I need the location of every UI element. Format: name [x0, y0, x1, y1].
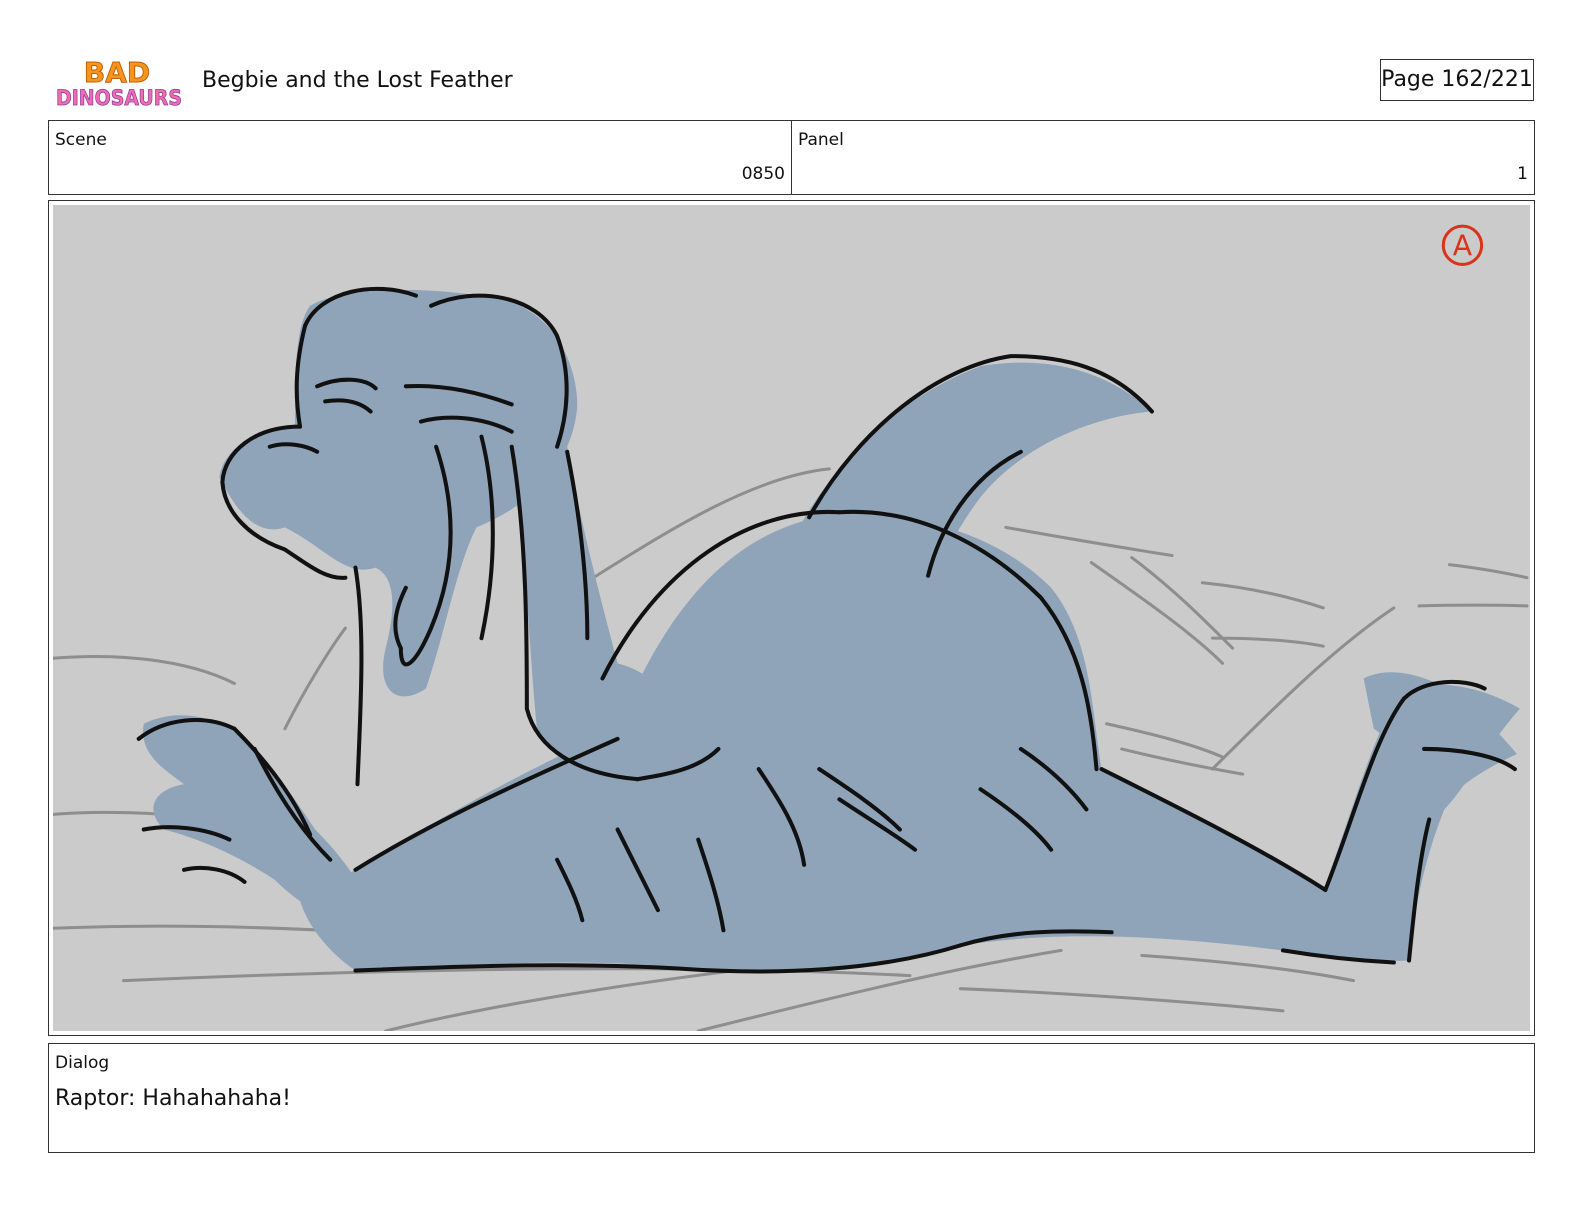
logo-text-bad: BAD — [84, 56, 150, 89]
page-counter: Page 162/221 — [1380, 59, 1534, 101]
dialog-box: Dialog Raptor: Hahahahaha! — [48, 1043, 1535, 1153]
dialog-label: Dialog — [55, 1053, 110, 1073]
scene-cell: Scene 0850 — [49, 121, 791, 194]
panel-label: Panel — [798, 130, 844, 150]
bad-dinosaurs-logo: BAD DINOSAURS — [56, 56, 183, 111]
document-title: Begbie and the Lost Feather — [202, 68, 513, 93]
logo-text-dinosaurs: DINOSAURS — [56, 86, 182, 110]
panel-cell: Panel 1 — [791, 121, 1534, 194]
dialog-text: Raptor: Hahahahaha! — [55, 1086, 291, 1111]
scene-panel-row: Scene 0850 Panel 1 — [48, 120, 1535, 195]
panel-number: 1 — [1517, 164, 1528, 184]
storyboard-drawing: A — [53, 205, 1530, 1031]
scene-number: 0850 — [741, 164, 785, 184]
corner-mark-letter: A — [1453, 229, 1473, 262]
storyboard-panel: A — [48, 200, 1535, 1036]
scene-label: Scene — [55, 130, 107, 150]
